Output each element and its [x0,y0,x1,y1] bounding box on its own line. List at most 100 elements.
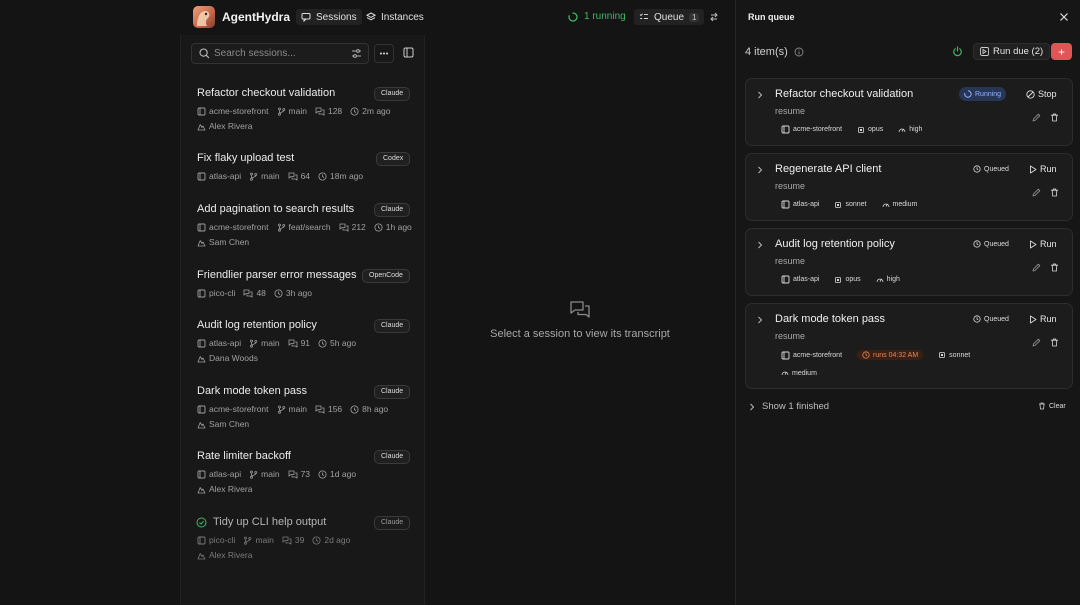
pencil-icon[interactable] [1032,263,1041,272]
branch-name: main [255,535,274,545]
message-count-meta: 156 [315,404,342,414]
chevron-right-icon[interactable] [756,316,764,324]
spinner-icon [964,90,972,98]
stop-icon [1026,89,1035,99]
repo-meta: atlas-api [197,171,241,181]
pencil-icon[interactable] [1032,338,1041,347]
clock-icon [374,223,383,232]
info-icon[interactable] [794,47,804,57]
agent-badge: Claude [374,516,411,530]
collapse-sidebar-icon[interactable] [402,46,416,60]
clear-button[interactable]: Clear [1038,402,1066,410]
messages-icon [315,405,325,414]
repo-name: atlas-api [209,171,242,181]
trash-icon[interactable] [1050,338,1059,347]
pencil-icon[interactable] [1032,188,1041,197]
spinner-icon [568,11,578,22]
fast-forward-icon [980,47,989,56]
sessions-sidebar: Refactor checkout validation Claude acme-s… [180,35,425,605]
swap-icon[interactable] [709,12,719,22]
queue-item-card[interactable]: Dark mode token pass resume Queued Run acme-… [745,303,1073,389]
branch-icon [277,405,286,414]
run-button[interactable]: Run [1029,239,1057,249]
more-options-button[interactable] [374,44,394,63]
message-count-meta: 39 [282,535,304,545]
message-count-meta: 73 [288,469,310,479]
branch-name: main [261,338,280,348]
message-count-meta: 128 [315,106,342,116]
clock-icon [350,405,359,414]
repo-name: atlas-api [793,201,820,208]
queue-item-mode: resume [775,106,806,116]
filter-sliders-icon[interactable] [351,48,362,59]
effort-tag: high [876,276,900,284]
repo-icon [781,125,790,134]
session-meta: acme-storefront main 128 2m ago [197,106,391,116]
status-label: Queued [984,240,1009,248]
model-name: opus [845,276,861,283]
close-icon[interactable] [1059,12,1069,22]
time-ago: 1d ago [330,469,357,479]
repo-name: acme-storefront [209,222,269,232]
branch-name: main [288,106,307,116]
session-user: Alex Rivera [197,550,252,560]
app-logo [193,6,215,28]
search-input[interactable] [214,46,344,61]
queue-count-badge: 1 [689,12,700,22]
trash-icon[interactable] [1050,188,1059,197]
chevron-right-icon[interactable] [756,166,764,174]
stop-button[interactable]: Stop [1026,89,1057,99]
empty-state-text: Select a session to view its transcript [490,328,670,340]
repo-meta: acme-storefront [197,106,269,116]
branch-name: main [288,404,307,414]
gauge-icon [876,276,884,284]
repo-tag: acme-storefront [781,125,842,134]
tab-instances-label: Instances [381,11,424,23]
chip-icon [857,126,865,134]
tab-instances[interactable]: Instances [361,9,429,25]
run-button[interactable]: Run [1029,314,1057,324]
search-box[interactable] [191,43,369,64]
message-count: 91 [300,338,311,348]
running-status[interactable]: 1 running [568,11,626,22]
status-label: Running [975,90,1002,98]
repo-icon [781,275,790,284]
run-button[interactable]: Run [1029,164,1057,174]
repo-meta: atlas-api [197,338,241,348]
user-name: Sam Chen [209,237,250,247]
effort-level: medium [892,201,918,208]
message-count-meta: 212 [339,222,366,232]
model-name: opus [868,126,884,133]
trash-icon[interactable] [1050,263,1059,272]
session-title: Tidy up CLI help output [213,516,327,528]
queue-button[interactable]: Queue 1 [634,9,705,25]
queue-item-card[interactable]: Refactor checkout validation resume Runnin… [745,78,1073,146]
repo-icon [197,339,206,348]
session-title: Fix flaky upload test [197,152,295,164]
queue-item-card[interactable]: Audit log retention policy resume Queued Ru… [745,228,1073,296]
clock-icon [973,165,981,173]
chevron-right-icon[interactable] [756,91,764,99]
trash-icon[interactable] [1050,113,1059,122]
repo-meta: pico-cli [197,535,235,545]
chevron-right-icon[interactable] [756,241,764,249]
user-icon [197,485,206,494]
session-title: Add pagination to search results [197,203,355,215]
user-name: Dana Woods [209,353,258,363]
chip-icon [834,276,842,284]
repo-icon [781,351,790,360]
show-finished-toggle[interactable]: Show 1 finished [748,401,829,412]
tab-sessions[interactable]: Sessions [296,9,362,25]
session-meta: pico-cli main 39 2d ago [197,535,350,545]
message-count: 128 [327,106,343,116]
run-due-button[interactable]: Run due (2) [973,43,1051,60]
pencil-icon[interactable] [1032,113,1041,122]
model-tag: sonnet [938,351,970,359]
repo-name: atlas-api [209,338,242,348]
message-count-meta: 48 [243,288,266,298]
power-icon[interactable] [952,46,963,57]
queue-item-card[interactable]: Regenerate API client resume Queued Run atla… [745,153,1073,221]
add-queue-item-button[interactable]: + [1051,43,1072,60]
messages-icon [315,107,325,116]
app-title: AgentHydra [222,10,291,24]
